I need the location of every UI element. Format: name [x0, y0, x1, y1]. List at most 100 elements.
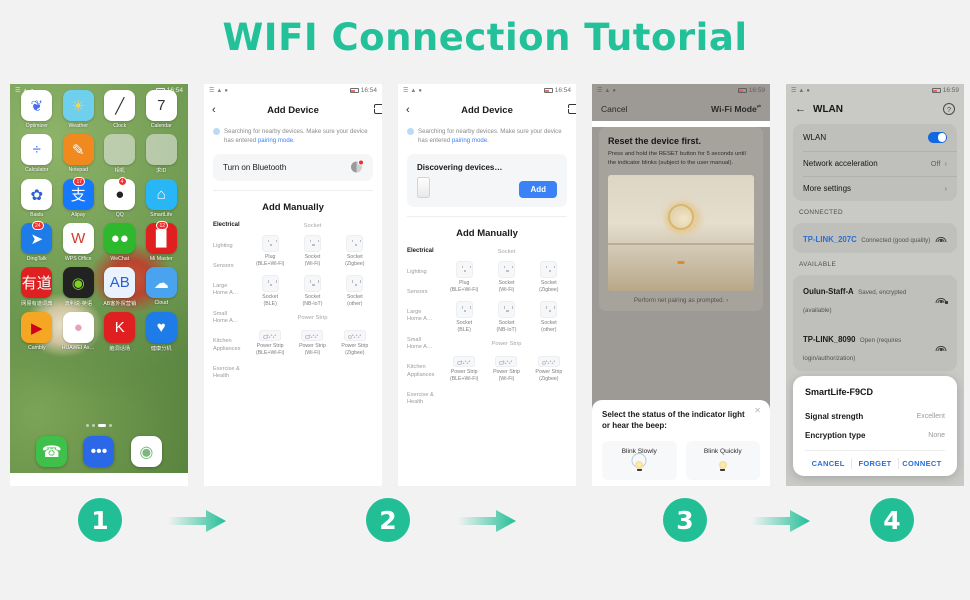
wlan-toggle-row[interactable]: WLAN	[793, 124, 957, 151]
product-item[interactable]: Socket (BLE)	[249, 274, 291, 308]
cancel-button[interactable]: CANCEL	[805, 451, 851, 476]
add-button[interactable]: Add	[519, 180, 557, 198]
app-icon[interactable]: ❦ Optimizer	[16, 90, 58, 129]
category-item[interactable]: Sensors	[407, 289, 443, 296]
scan-icon[interactable]	[360, 103, 382, 117]
app-glyph[interactable]: ✿	[21, 179, 53, 210]
camera-app[interactable]: ◉	[130, 436, 162, 467]
product-item[interactable]: Plug (BLE+Wi-Fi)	[249, 234, 291, 268]
product-item[interactable]: Power Strip (BLE+Wi-Fi)	[443, 353, 485, 383]
product-item[interactable]: Power Strip (Zigbee)	[528, 353, 570, 383]
app-glyph[interactable]: ●●	[104, 223, 136, 254]
product-item[interactable]: Socket (other)	[528, 300, 570, 334]
app-icon[interactable]: ÷ Calculator	[16, 134, 58, 174]
phone-app[interactable]: ☎	[36, 436, 68, 467]
available-network-row[interactable]: TP-LINK_8090 Open (requires login/author…	[793, 323, 957, 371]
product-item[interactable]: Power Strip (BLE+Wi-Fi)	[249, 327, 291, 357]
blink-slowly-option[interactable]: Blink Slowly	[602, 441, 677, 480]
app-glyph[interactable]: ÷	[21, 134, 53, 165]
product-item[interactable]: Socket (Wi-Fi)	[291, 234, 333, 268]
app-icon[interactable]: ╱ Clock	[99, 90, 141, 129]
app-icon[interactable]: ● 4 QQ	[99, 177, 141, 218]
app-glyph[interactable]: W	[62, 223, 94, 254]
app-glyph[interactable]: ◉	[62, 267, 94, 298]
forget-button[interactable]: FORGET	[852, 451, 898, 476]
product-item[interactable]: Socket (Wi-Fi)	[485, 260, 527, 294]
app-glyph[interactable]: ♥	[145, 312, 177, 343]
app-glyph[interactable]: K	[104, 312, 136, 343]
category-item[interactable]: Electrical	[213, 222, 249, 230]
app-icon[interactable]: ● HUAWEI As…	[58, 312, 100, 352]
folder-icon[interactable]	[104, 134, 136, 165]
app-icon[interactable]: ✿ Baidu	[16, 179, 58, 218]
help-icon[interactable]: ?	[943, 103, 955, 115]
category-item[interactable]: Small Home A…	[213, 311, 249, 326]
app-icon[interactable]: █ 12 Mi Master	[141, 221, 183, 262]
app-icon[interactable]: ➤ 24 DingTalk	[16, 221, 58, 262]
category-item[interactable]: Lighting	[213, 243, 249, 250]
product-item[interactable]: Plug (BLE+Wi-Fi)	[443, 260, 485, 294]
connected-network-row[interactable]: TP-LINK_207C Connected (good quality)	[793, 223, 957, 253]
product-item[interactable]: Socket (NB-IoT)	[291, 274, 333, 308]
app-icon[interactable]: 支 17 Alipay	[58, 177, 100, 218]
back-icon[interactable]: ←	[795, 103, 806, 115]
pairing-mode-link[interactable]: pairing mode	[258, 137, 293, 144]
bluetooth-toggle-icon[interactable]	[351, 159, 364, 173]
product-item[interactable]: Socket (Zigbee)	[334, 234, 376, 268]
available-network-row[interactable]: Oulun-Staff-A Saved, encrypted (availabl…	[793, 275, 957, 323]
category-sidebar[interactable]: Electrical Lighting Sensors Large Home A… Sm…	[213, 222, 249, 393]
app-glyph[interactable]: ❦	[21, 90, 53, 121]
app-icon[interactable]: ◉ 流利说·英语	[58, 267, 100, 307]
app-icon[interactable]: K 脑洞话场	[99, 312, 141, 352]
app-icon[interactable]: ☁ Cloud	[141, 267, 183, 307]
product-item[interactable]: Socket (BLE)	[443, 300, 485, 334]
app-glyph[interactable]: ☀	[62, 90, 94, 121]
category-item[interactable]: Large Home A…	[407, 309, 443, 324]
app-icon[interactable]: W WPS Office	[58, 223, 100, 262]
messages-app[interactable]: •••	[83, 436, 115, 467]
app-icon[interactable]: ☀ Weather	[58, 90, 100, 129]
product-item[interactable]: Power Strip (Wi-Fi)	[485, 353, 527, 383]
app-icon[interactable]: ✎ Notepad	[58, 134, 100, 174]
product-item[interactable]: Socket (NB-IoT)	[485, 300, 527, 334]
app-icon[interactable]: ▶ Cambly	[16, 312, 58, 352]
pairing-mode-link[interactable]: pairing mode	[452, 137, 487, 144]
app-glyph[interactable]: AB	[104, 267, 136, 298]
back-icon[interactable]: ‹	[212, 104, 226, 116]
app-glyph[interactable]: ☁	[145, 267, 177, 298]
more-settings-row[interactable]: More settings ›	[793, 175, 957, 201]
product-item[interactable]: Power Strip (Zigbee)	[334, 327, 376, 357]
category-item[interactable]: Small Home A…	[407, 337, 443, 352]
back-icon[interactable]: ‹	[406, 104, 420, 116]
blink-quickly-option[interactable]: Blink Quickly	[685, 441, 760, 480]
folder-icon[interactable]	[145, 134, 177, 165]
scan-icon[interactable]	[554, 103, 576, 117]
product-item[interactable]: Power Strip (Wi-Fi)	[291, 327, 333, 357]
app-glyph[interactable]: 有道	[21, 267, 53, 298]
category-item[interactable]: Exercise & Health	[407, 392, 443, 407]
app-glyph[interactable]: ╱	[104, 90, 136, 121]
app-glyph[interactable]: ●	[62, 312, 94, 343]
app-icon[interactable]: ●● WeChat	[99, 223, 141, 262]
category-item[interactable]: Lighting	[407, 269, 443, 276]
connect-button[interactable]: CONNECT	[899, 451, 945, 476]
app-icon[interactable]: 相机	[99, 134, 141, 174]
app-icon[interactable]: 7 Calendar	[141, 90, 183, 129]
wifi-mode-label[interactable]: Wi-Fi Mode⇄	[711, 104, 761, 114]
product-item[interactable]: Socket (other)	[334, 274, 376, 308]
app-icon[interactable]: AB AB客外贸营销	[99, 267, 141, 307]
category-item[interactable]: Kitchen Appliances	[213, 338, 249, 353]
app-glyph[interactable]: ▶	[21, 312, 53, 343]
product-item[interactable]: Socket (Zigbee)	[528, 260, 570, 294]
app-icon[interactable]: ♥ 健康分机	[141, 312, 183, 352]
app-glyph[interactable]: ⌂	[145, 179, 177, 210]
category-item[interactable]: Large Home A…	[213, 283, 249, 298]
category-item[interactable]: Kitchen Appliances	[407, 364, 443, 379]
category-item[interactable]: Electrical	[407, 248, 443, 256]
app-glyph[interactable]: ✎	[62, 134, 94, 165]
app-icon[interactable]: ⌂ SmartLife	[141, 179, 183, 218]
app-icon[interactable]: 有道 网易有道词典	[16, 267, 58, 307]
cancel-button[interactable]: Cancel	[601, 104, 627, 114]
app-glyph[interactable]: 7	[145, 90, 177, 121]
network-acceleration-row[interactable]: Network acceleration Off ›	[793, 150, 957, 176]
